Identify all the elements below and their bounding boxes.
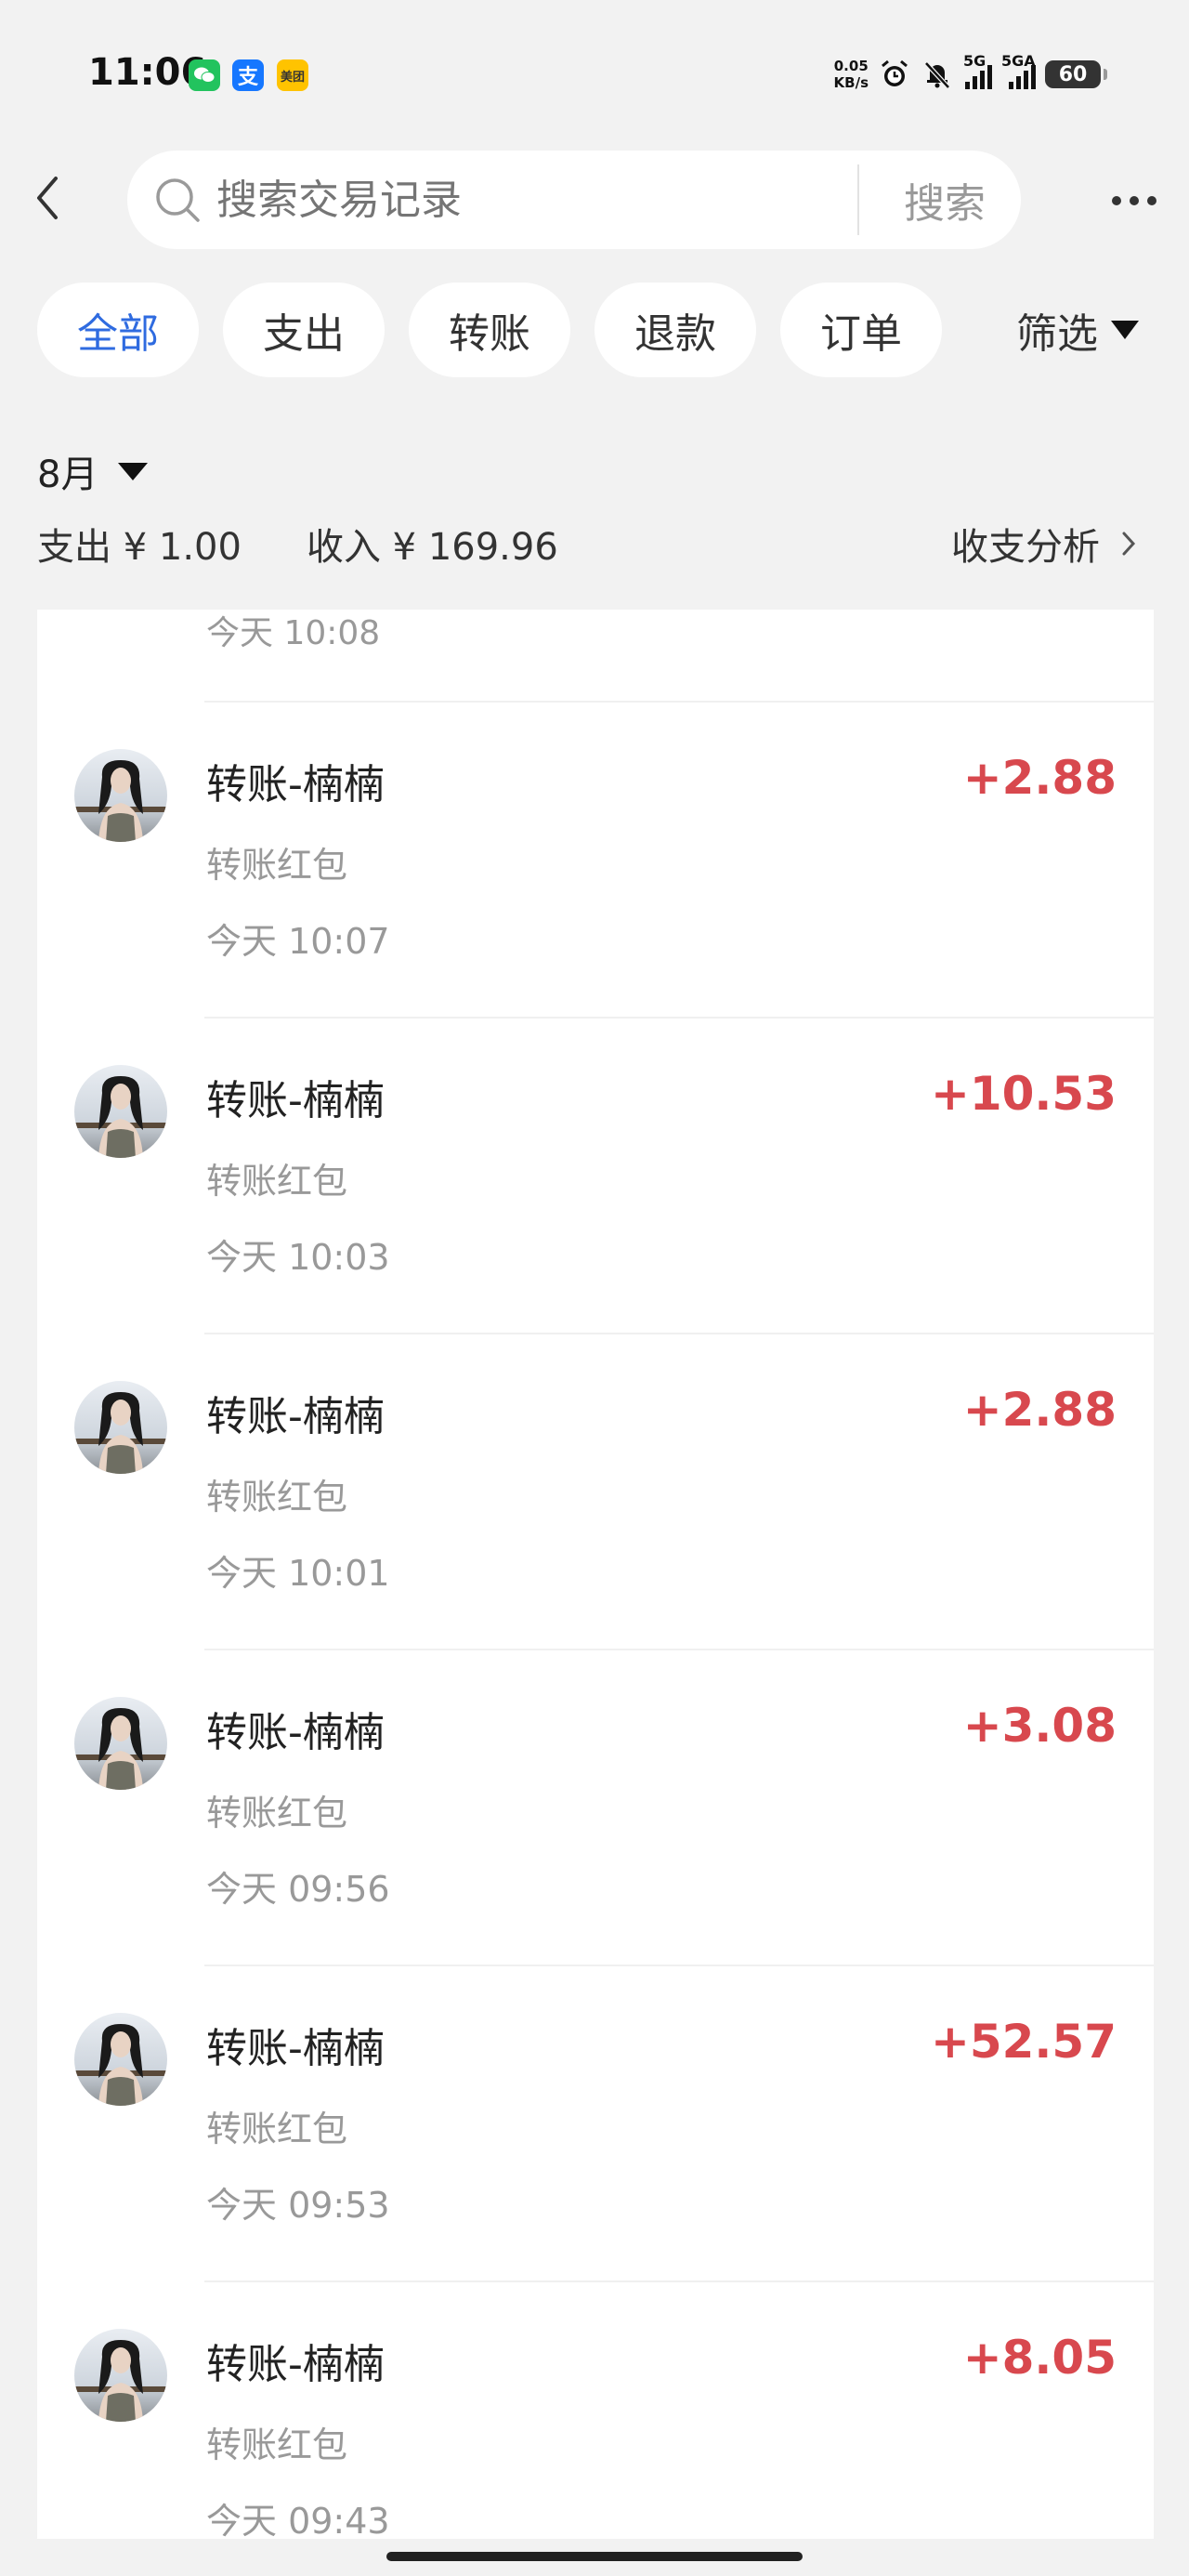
signal-label: 5GA	[1001, 52, 1036, 70]
transaction-time: 今天 10:03	[206, 1237, 390, 1278]
signal-label: 5G	[963, 52, 986, 70]
filter-label: 筛选	[1016, 310, 1098, 358]
transaction-time: 今天 09:56	[206, 1869, 390, 1910]
more-dot-icon	[1147, 196, 1156, 205]
signal-icon: 5G	[963, 52, 992, 89]
transaction-time: 今天 09:53	[206, 2185, 390, 2226]
transaction-amount: +10.53	[930, 1067, 1117, 1121]
caret-down-icon	[118, 462, 149, 480]
transaction-amount: +2.88	[962, 1383, 1117, 1437]
transaction-amount: +52.57	[930, 2015, 1117, 2069]
avatar	[74, 749, 167, 842]
search-button[interactable]: 搜索	[869, 151, 1021, 249]
transaction-row[interactable]: 转账-楠楠转账红包今天 10:01 +2.88	[37, 1334, 1154, 1650]
transaction-amount: +8.05	[962, 2331, 1117, 2385]
transaction-title: 转账-楠楠	[206, 1709, 385, 1756]
month-selector[interactable]: 8月	[37, 444, 149, 498]
avatar	[74, 2013, 167, 2106]
net-speed: 0.05 KB/s	[834, 58, 869, 91]
meituan-icon: 美团	[277, 59, 308, 91]
avatar	[74, 1381, 167, 1474]
avatar	[74, 2329, 167, 2422]
expense-total: 支出 ¥ 1.00	[37, 526, 242, 569]
chip-expense[interactable]: 支出	[223, 283, 385, 377]
net-speed-value: 0.05	[833, 58, 869, 74]
search-icon	[151, 174, 203, 226]
transaction-amount: +3.08	[962, 1699, 1117, 1753]
back-button[interactable]	[24, 169, 71, 227]
transaction-subtitle: 转账红包	[206, 1477, 348, 1518]
transaction-title: 转账-楠楠	[206, 1393, 385, 1440]
income-total: 收入 ¥ 169.96	[306, 526, 558, 569]
transaction-time: 今天 09:43	[206, 2501, 390, 2539]
avatar	[74, 1065, 167, 1158]
more-dot-icon	[1130, 196, 1139, 205]
transaction-amount: +2.88	[962, 751, 1117, 805]
alarm-icon	[878, 58, 911, 91]
signal-icon: 5GA	[1001, 52, 1036, 89]
search-divider	[857, 164, 859, 235]
transaction-row[interactable]: 转账-楠楠转账红包今天 09:56 +3.08	[37, 1650, 1154, 1966]
battery-icon: 60	[1045, 60, 1107, 88]
chip-order[interactable]: 订单	[780, 283, 942, 377]
transaction-title: 转账-楠楠	[206, 761, 385, 808]
month-summary: 支出 ¥ 1.00 收入 ¥ 169.96	[37, 517, 558, 571]
transaction-list: 今天 10:08 转账-楠楠 转账红包 今天 10:07 +2.88 转账-楠楠 转账红包…	[37, 610, 1154, 2539]
analysis-link[interactable]: 收支分析	[951, 517, 1137, 571]
month-label: 8月	[37, 453, 98, 496]
net-speed-unit: KB/s	[833, 74, 869, 91]
caret-down-icon	[1111, 321, 1139, 339]
more-menu-button[interactable]	[1102, 182, 1167, 219]
status-bar: 11:06 支 美团 0.05 KB/s 5G 5GA 60	[0, 0, 1189, 139]
chevron-left-icon	[37, 177, 58, 219]
transaction-title: 转账-楠楠	[206, 2341, 385, 2388]
chip-all[interactable]: 全部	[37, 283, 199, 377]
transaction-time: 今天 10:01	[206, 1553, 390, 1594]
transaction-row[interactable]: 转账-楠楠转账红包今天 10:07 +2.88	[37, 703, 1154, 1019]
alipay-icon: 支	[232, 59, 264, 91]
avatar	[74, 1697, 167, 1790]
status-indicators: 0.05 KB/s 5G 5GA 60	[834, 52, 1107, 95]
mute-icon	[921, 58, 954, 91]
transaction-title: 转账-楠楠	[206, 2025, 385, 2072]
chip-transfer[interactable]: 转账	[409, 283, 570, 377]
wechat-icon	[189, 59, 220, 91]
analysis-label: 收支分析	[951, 526, 1100, 569]
transaction-subtitle: 转账红包	[206, 2109, 348, 2149]
transaction-time: 今天 10:07	[206, 921, 390, 962]
transaction-time: 今天 10:08	[206, 614, 381, 652]
transaction-subtitle: 转账红包	[206, 2425, 348, 2465]
filter-button[interactable]: 筛选	[966, 283, 1189, 377]
transaction-subtitle: 转账红包	[206, 1793, 348, 1833]
search-bar: 搜索	[127, 151, 1021, 249]
transaction-subtitle: 转账红包	[206, 1161, 348, 1202]
transaction-title: 转账-楠楠	[206, 1077, 385, 1124]
transaction-subtitle: 转账红包	[206, 845, 348, 886]
transaction-row[interactable]: 转账-楠楠转账红包今天 09:53 +52.57	[37, 1966, 1154, 2282]
transaction-row[interactable]: 转账-楠楠转账红包今天 10:03 +10.53	[37, 1019, 1154, 1334]
search-input[interactable]	[216, 176, 820, 224]
transaction-row[interactable]: 转账-楠楠转账红包今天 09:43 +8.05	[37, 2282, 1154, 2539]
chevron-right-icon	[1122, 532, 1136, 556]
chip-refund[interactable]: 退款	[594, 283, 756, 377]
more-dot-icon	[1112, 196, 1121, 205]
home-indicator[interactable]	[386, 2552, 803, 2561]
